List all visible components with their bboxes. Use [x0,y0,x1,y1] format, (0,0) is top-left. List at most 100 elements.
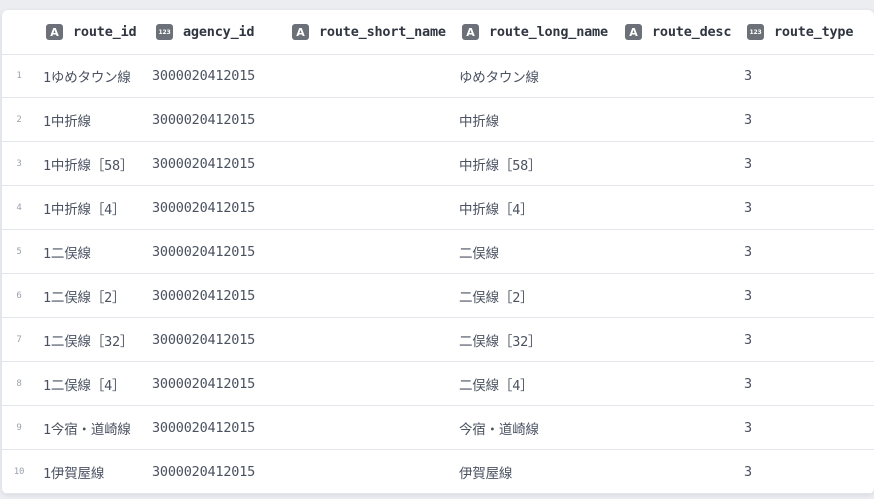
table-row[interactable]: 6 1二俣線［2］ 3000020412015 二俣線［2］ 3 [2,274,874,318]
cell-route-desc[interactable] [625,98,740,141]
cell-route-long-name[interactable]: 伊賀屋線 [459,450,619,493]
row-number: 4 [16,202,22,213]
cell-agency-id[interactable]: 3000020412015 [152,406,287,449]
row-number: 5 [16,246,22,257]
cell-route-long-name[interactable]: 二俣線［4］ [459,362,619,405]
text-type-icon: A [46,24,63,40]
table-row[interactable]: 10 1伊賀屋線 3000020412015 伊賀屋線 3 [2,450,874,494]
cell-agency-id[interactable]: 3000020412015 [152,274,287,317]
cell-route-desc[interactable] [625,362,740,405]
cell-route-long-name[interactable]: 中折線 [459,98,619,141]
cell-route-short-name[interactable] [292,318,452,361]
cell-route-type[interactable]: 3 [744,98,864,141]
table-row[interactable]: 1 1ゆめタウン線 3000020412015 ゆめタウン線 3 [2,54,874,98]
cell-route-desc[interactable] [625,230,740,273]
row-number: 10 [13,466,25,477]
column-label: route_long_name [489,24,608,40]
cell-route-long-name[interactable]: 今宿・道崎線 [459,406,619,449]
column-header-route-type[interactable]: 123 route_type [747,10,872,54]
cell-route-type[interactable]: 3 [744,450,864,493]
column-label: route_short_name [319,24,446,40]
table-row[interactable]: 4 1中折線［4］ 3000020412015 中折線［4］ 3 [2,186,874,230]
cell-route-short-name[interactable] [292,186,452,229]
cell-route-desc[interactable] [625,450,740,493]
cell-route-id[interactable]: 1二俣線［4］ [43,362,151,405]
cell-route-short-name[interactable] [292,406,452,449]
cell-route-id[interactable]: 1二俣線 [43,230,151,273]
row-number: 2 [16,114,22,125]
cell-agency-id[interactable]: 3000020412015 [152,98,287,141]
cell-route-desc[interactable] [625,406,740,449]
table-row[interactable]: 2 1中折線 3000020412015 中折線 3 [2,98,874,142]
cell-route-short-name[interactable] [292,274,452,317]
cell-route-short-name[interactable] [292,98,452,141]
column-header-route-long-name[interactable]: A route_long_name [462,10,614,54]
cell-route-long-name[interactable]: 二俣線 [459,230,619,273]
row-number: 8 [16,378,22,389]
cell-agency-id[interactable]: 3000020412015 [152,186,287,229]
cell-route-type[interactable]: 3 [744,362,864,405]
column-label: route_type [774,24,854,40]
cell-route-id[interactable]: 1中折線［4］ [43,186,151,229]
row-number: 1 [16,70,22,81]
text-type-icon: A [462,24,479,40]
cell-route-long-name[interactable]: 二俣線［32］ [459,318,619,361]
cell-route-desc[interactable] [625,186,740,229]
table-row[interactable]: 8 1二俣線［4］ 3000020412015 二俣線［4］ 3 [2,362,874,406]
cell-route-type[interactable]: 3 [744,230,864,273]
cell-agency-id[interactable]: 3000020412015 [152,54,287,97]
table-body: 1 1ゆめタウン線 3000020412015 ゆめタウン線 3 2 1中折線 3000020… [2,54,874,494]
table-row[interactable]: 5 1二俣線 3000020412015 二俣線 3 [2,230,874,274]
cell-agency-id[interactable]: 3000020412015 [152,362,287,405]
text-type-icon: A [625,24,642,40]
cell-route-id[interactable]: 1二俣線［32］ [43,318,151,361]
cell-route-type[interactable]: 3 [744,142,864,185]
row-number: 7 [16,334,22,345]
cell-route-id[interactable]: 1伊賀屋線 [43,450,151,493]
cell-route-id[interactable]: 1二俣線［2］ [43,274,151,317]
cell-route-desc[interactable] [625,274,740,317]
column-label: route_desc [652,24,732,40]
cell-route-desc[interactable] [625,318,740,361]
cell-route-type[interactable]: 3 [744,54,864,97]
cell-route-short-name[interactable] [292,142,452,185]
cell-route-long-name[interactable]: 中折線［58］ [459,142,619,185]
column-label: agency_id [183,24,255,40]
table-row[interactable]: 7 1二俣線［32］ 3000020412015 二俣線［32］ 3 [2,318,874,362]
cell-route-desc[interactable] [625,54,740,97]
cell-route-desc[interactable] [625,142,740,185]
cell-route-type[interactable]: 3 [744,274,864,317]
cell-route-long-name[interactable]: 中折線［4］ [459,186,619,229]
cell-agency-id[interactable]: 3000020412015 [152,318,287,361]
cell-route-type[interactable]: 3 [744,186,864,229]
cell-route-id[interactable]: 1中折線 [43,98,151,141]
cell-route-short-name[interactable] [292,362,452,405]
column-label: route_id [73,24,137,40]
text-type-icon: A [292,24,309,40]
cell-agency-id[interactable]: 3000020412015 [152,450,287,493]
row-number: 9 [16,422,22,433]
cell-route-id[interactable]: 1ゆめタウン線 [43,54,151,97]
cell-route-long-name[interactable]: 二俣線［2］ [459,274,619,317]
cell-agency-id[interactable]: 3000020412015 [152,230,287,273]
cell-route-short-name[interactable] [292,450,452,493]
column-header-agency-id[interactable]: 123 agency_id [156,10,286,54]
row-number: 6 [16,290,22,301]
number-type-icon: 123 [156,24,173,40]
cell-route-type[interactable]: 3 [744,318,864,361]
cell-route-short-name[interactable] [292,230,452,273]
number-type-icon: 123 [747,24,764,40]
cell-route-type[interactable]: 3 [744,406,864,449]
table-row[interactable]: 9 1今宿・道崎線 3000020412015 今宿・道崎線 3 [2,406,874,450]
column-header-route-short-name[interactable]: A route_short_name [292,10,450,54]
column-header-route-id[interactable]: A route_id [46,10,146,54]
cell-route-id[interactable]: 1中折線［58］ [43,142,151,185]
column-header-route-desc[interactable]: A route_desc [625,10,737,54]
cell-route-id[interactable]: 1今宿・道崎線 [43,406,151,449]
row-number: 3 [16,158,22,169]
data-table: A route_id 123 agency_id A route_short_n… [2,10,874,494]
cell-route-long-name[interactable]: ゆめタウン線 [459,54,619,97]
cell-agency-id[interactable]: 3000020412015 [152,142,287,185]
cell-route-short-name[interactable] [292,54,452,97]
table-row[interactable]: 3 1中折線［58］ 3000020412015 中折線［58］ 3 [2,142,874,186]
